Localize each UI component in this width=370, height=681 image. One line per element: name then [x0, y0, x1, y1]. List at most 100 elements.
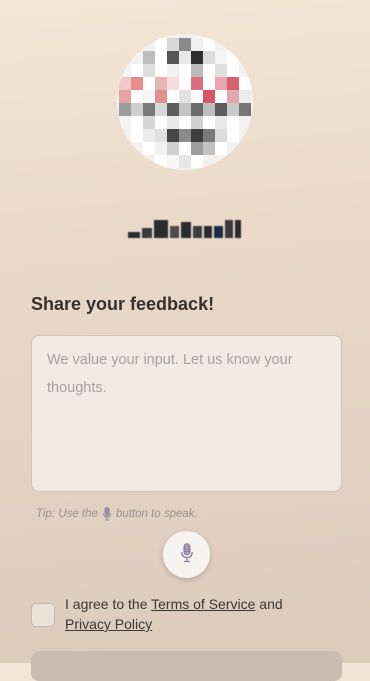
- logo-pixel: [119, 64, 131, 77]
- logo-pixel: [131, 90, 143, 103]
- logo-pixel: [203, 64, 215, 77]
- logo-pixel: [119, 155, 131, 168]
- logo-pixel: [227, 77, 239, 90]
- agreement-row: I agree to the Terms of Service and Priv…: [31, 594, 351, 634]
- logo-pixel: [191, 90, 203, 103]
- logo-pixel: [239, 64, 251, 77]
- logo-pixel: [239, 129, 251, 142]
- logo-pixel: [143, 51, 155, 64]
- brand-pixel-block: [141, 228, 152, 238]
- logo-pixel: [203, 51, 215, 64]
- microphone-icon: [102, 507, 112, 521]
- logo-pixel: [191, 103, 203, 116]
- logo-pixel: [203, 103, 215, 116]
- logo-pixel: [227, 51, 239, 64]
- brand-pixel-block: [169, 226, 179, 238]
- logo-pixel: [215, 155, 227, 168]
- logo-pixel: [239, 103, 251, 116]
- logo-pixel: [191, 142, 203, 155]
- logo-pixel: [155, 77, 167, 90]
- logo-pixel: [143, 142, 155, 155]
- logo-pixel: [239, 77, 251, 90]
- logo-pixel: [239, 142, 251, 155]
- tip-text: Tip: Use the button to speak.: [36, 507, 198, 521]
- logo-pixel: [155, 38, 167, 51]
- logo-pixel: [191, 77, 203, 90]
- logo-pixel: [215, 103, 227, 116]
- brand-pixel-block: [180, 222, 191, 238]
- logo-pixel: [179, 155, 191, 168]
- logo-pixel-row: [117, 116, 253, 129]
- logo-pixel: [239, 116, 251, 129]
- logo-pixel: [131, 64, 143, 77]
- logo-pixel: [167, 51, 179, 64]
- agree-checkbox[interactable]: [31, 603, 55, 627]
- submit-button[interactable]: [31, 651, 342, 681]
- logo-pixel: [239, 90, 251, 103]
- brand-pixel-block: [127, 232, 140, 238]
- logo-pixel-row: [117, 90, 253, 103]
- logo-pixel: [155, 155, 167, 168]
- privacy-policy-link[interactable]: Privacy Policy: [65, 616, 152, 632]
- logo-pixel: [143, 38, 155, 51]
- logo-pixel: [191, 116, 203, 129]
- logo-pixel: [227, 90, 239, 103]
- logo-pixel: [203, 155, 215, 168]
- feedback-heading: Share your feedback!: [31, 294, 215, 314]
- tip-suffix: button to speak.: [115, 508, 198, 520]
- logo-pixel-row: [117, 155, 253, 168]
- agreement-text: I agree to the Terms of Service and Priv…: [65, 594, 283, 634]
- logo-pixel: [119, 90, 131, 103]
- logo-pixel: [179, 142, 191, 155]
- logo-pixel: [179, 51, 191, 64]
- logo-pixel: [131, 51, 143, 64]
- logo-pixel: [131, 155, 143, 168]
- logo-pixel-row: [117, 64, 253, 77]
- logo-pixel: [227, 116, 239, 129]
- agreement-middle: and: [255, 596, 283, 612]
- logo-pixel: [119, 116, 131, 129]
- logo-pixel: [191, 51, 203, 64]
- logo-pixel: [239, 38, 251, 51]
- logo-pixel: [167, 90, 179, 103]
- logo-pixel: [167, 38, 179, 51]
- brand-pixel-block: [213, 226, 223, 238]
- logo-pixel: [143, 103, 155, 116]
- logo-pixel: [143, 77, 155, 90]
- feedback-textarea[interactable]: [31, 335, 342, 492]
- logo-pixel: [167, 142, 179, 155]
- logo-pixel: [167, 155, 179, 168]
- logo-pixel: [203, 90, 215, 103]
- logo-pixel: [191, 155, 203, 168]
- logo-pixel: [227, 38, 239, 51]
- microphone-icon: [180, 543, 194, 566]
- brand-pixel-block: [203, 226, 212, 238]
- terms-of-service-link[interactable]: Terms of Service: [151, 596, 255, 612]
- logo-pixel: [239, 51, 251, 64]
- logo-pixel-row: [117, 103, 253, 116]
- brand-logo: [117, 34, 253, 170]
- logo-pixel: [119, 142, 131, 155]
- logo-pixel: [155, 129, 167, 142]
- logo-pixel: [155, 142, 167, 155]
- logo-pixel-row: [117, 77, 253, 90]
- logo-pixel: [227, 142, 239, 155]
- logo-pixel: [179, 38, 191, 51]
- logo-pixel: [215, 116, 227, 129]
- logo-pixel: [131, 38, 143, 51]
- logo-pixel: [215, 90, 227, 103]
- logo-pixel-row: [117, 142, 253, 155]
- logo-pixel: [239, 155, 251, 168]
- logo-pixel: [155, 103, 167, 116]
- logo-pixel: [203, 116, 215, 129]
- logo-pixel: [179, 103, 191, 116]
- logo-pixel: [215, 142, 227, 155]
- logo-pixel: [179, 77, 191, 90]
- logo-pixel: [143, 155, 155, 168]
- logo-pixel: [215, 129, 227, 142]
- logo-pixel: [179, 129, 191, 142]
- logo-pixel: [143, 64, 155, 77]
- logo-pixel: [215, 77, 227, 90]
- microphone-button[interactable]: [163, 531, 210, 578]
- logo-pixel: [119, 38, 131, 51]
